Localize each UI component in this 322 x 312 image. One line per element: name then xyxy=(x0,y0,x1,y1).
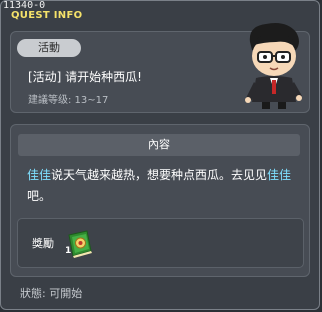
quest-name: [活动] 请开始种西瓜! xyxy=(28,70,142,84)
quest-description: 佳佳说天气越来越热，想要种点西瓜。去见见佳佳吧。 xyxy=(27,165,299,207)
reward-quantity: 1 xyxy=(65,246,72,256)
reward-panel xyxy=(17,218,304,268)
reward-label: 獎勵 xyxy=(32,237,54,250)
window-title: QUEST INFO xyxy=(11,10,83,21)
quest-category-badge: 活動 xyxy=(17,39,81,57)
quest-status: 狀態: 可開始 xyxy=(20,287,83,300)
npc-name-highlight[interactable]: 佳佳 xyxy=(267,168,291,182)
npc-portrait-icon xyxy=(245,23,302,109)
description-text: 说天气越来越热，想要种点西瓜。去见见 xyxy=(51,168,268,182)
description-text: 吧。 xyxy=(27,189,52,203)
npc-name-highlight[interactable]: 佳佳 xyxy=(27,168,51,182)
quest-level: 建議等级: 13~17 xyxy=(28,95,109,106)
content-header: 內容 xyxy=(18,134,300,156)
